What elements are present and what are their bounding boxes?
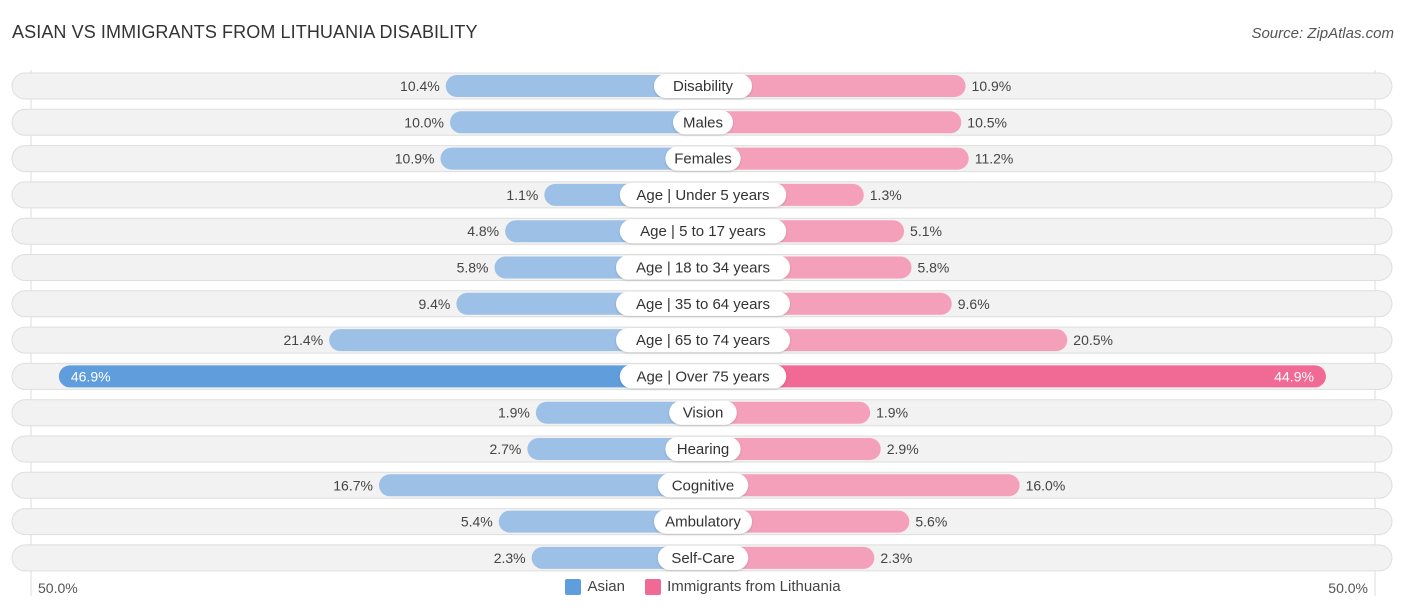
value-label-lithuania: 10.5% bbox=[967, 114, 1007, 130]
bar-lithuania bbox=[703, 365, 1326, 388]
value-label-asian: 1.1% bbox=[506, 187, 538, 203]
value-label-lithuania: 9.6% bbox=[958, 296, 990, 312]
legend-swatch-asian bbox=[565, 578, 582, 595]
chart-row: Cognitive 16.7% 16.0% bbox=[11, 471, 1393, 499]
value-label-lithuania: 5.8% bbox=[917, 260, 949, 276]
chart-row: Hearing 2.7% 2.9% bbox=[11, 435, 1393, 463]
category-label: Age | 18 to 34 years bbox=[636, 260, 770, 277]
legend-item-lithuania[interactable]: Immigrants from Lithuania bbox=[645, 578, 841, 595]
chart-row: Age | Over 75 years 46.9% 44.9% bbox=[11, 362, 1393, 390]
category-label: Vision bbox=[683, 405, 724, 422]
category-label: Age | Over 75 years bbox=[636, 368, 769, 385]
legend-item-asian[interactable]: Asian bbox=[565, 578, 625, 595]
value-label-asian: 21.4% bbox=[283, 332, 323, 348]
value-label-asian: 1.9% bbox=[498, 405, 530, 421]
value-label-asian: 2.7% bbox=[489, 441, 521, 457]
bar-lithuania bbox=[703, 111, 962, 134]
chart-row: Disability 10.4% 10.9% bbox=[11, 72, 1393, 100]
value-label-lithuania: 1.9% bbox=[876, 405, 908, 421]
value-label-asian: 4.8% bbox=[467, 223, 499, 239]
chart-area: Disability 10.4% 10.9% Males 10.0% 10.5% Femal… bbox=[11, 70, 1393, 596]
chart-row: Females 10.9% 11.2% bbox=[11, 145, 1393, 173]
category-label: Females bbox=[674, 151, 732, 168]
value-label-asian: 5.4% bbox=[461, 514, 493, 530]
value-label-lithuania: 20.5% bbox=[1073, 332, 1113, 348]
value-label-lithuania: 2.9% bbox=[887, 441, 919, 457]
category-label: Disability bbox=[673, 78, 734, 95]
category-label: Cognitive bbox=[672, 477, 735, 494]
value-label-asian: 46.9% bbox=[71, 368, 111, 384]
value-label-lithuania: 1.3% bbox=[870, 187, 902, 203]
legend-label-asian: Asian bbox=[587, 578, 625, 595]
category-label: Age | Under 5 years bbox=[636, 187, 769, 204]
value-label-lithuania: 5.1% bbox=[910, 223, 942, 239]
value-label-lithuania: 10.9% bbox=[972, 78, 1012, 94]
bar-asian bbox=[450, 111, 703, 134]
chart-row: Age | 65 to 74 years 21.4% 20.5% bbox=[11, 326, 1393, 354]
chart-row: Ambulatory 5.4% 5.6% bbox=[11, 508, 1393, 536]
value-label-asian: 10.4% bbox=[400, 78, 440, 94]
category-label: Self-Care bbox=[671, 550, 734, 567]
chart-row: Age | 18 to 34 years 5.8% 5.8% bbox=[11, 254, 1393, 281]
value-label-lithuania: 44.9% bbox=[1274, 368, 1314, 384]
value-label-asian: 2.3% bbox=[494, 550, 526, 566]
chart-row: Self-Care 2.3% 2.3% bbox=[11, 544, 1393, 572]
value-label-lithuania: 11.2% bbox=[975, 151, 1014, 167]
bar-lithuania bbox=[703, 147, 969, 170]
value-label-asian: 10.9% bbox=[395, 151, 435, 167]
value-label-asian: 16.7% bbox=[333, 477, 373, 493]
value-label-asian: 10.0% bbox=[404, 114, 444, 130]
value-label-asian: 9.4% bbox=[418, 296, 450, 312]
chart-row: Age | 5 to 17 years 4.8% 5.1% bbox=[11, 217, 1393, 245]
legend-swatch-lithuania bbox=[645, 578, 662, 595]
value-label-lithuania: 16.0% bbox=[1026, 477, 1066, 493]
category-label: Age | 65 to 74 years bbox=[636, 332, 770, 349]
category-label: Hearing bbox=[677, 441, 730, 458]
value-label-lithuania: 2.3% bbox=[880, 550, 912, 566]
bar-asian bbox=[378, 474, 703, 497]
category-label: Males bbox=[683, 114, 723, 131]
category-label: Age | 35 to 64 years bbox=[636, 296, 770, 313]
category-label: Ambulatory bbox=[665, 514, 741, 531]
legend: Asian Immigrants from Lithuania bbox=[0, 578, 1406, 599]
legend-label-lithuania: Immigrants from Lithuania bbox=[667, 578, 841, 595]
bar-lithuania bbox=[703, 474, 1020, 497]
chart-row: Age | Under 5 years 1.1% 1.3% bbox=[11, 181, 1393, 209]
bar-asian bbox=[440, 147, 703, 170]
bar-asian bbox=[58, 365, 704, 388]
chart-row: Age | 35 to 64 years 9.4% 9.6% bbox=[11, 290, 1393, 318]
value-label-asian: 5.8% bbox=[457, 260, 489, 276]
value-label-lithuania: 5.6% bbox=[915, 514, 947, 530]
chart-row: Males 10.0% 10.5% bbox=[11, 108, 1393, 136]
category-label: Age | 5 to 17 years bbox=[640, 223, 766, 240]
chart-row: Vision 1.9% 1.9% bbox=[11, 399, 1393, 427]
